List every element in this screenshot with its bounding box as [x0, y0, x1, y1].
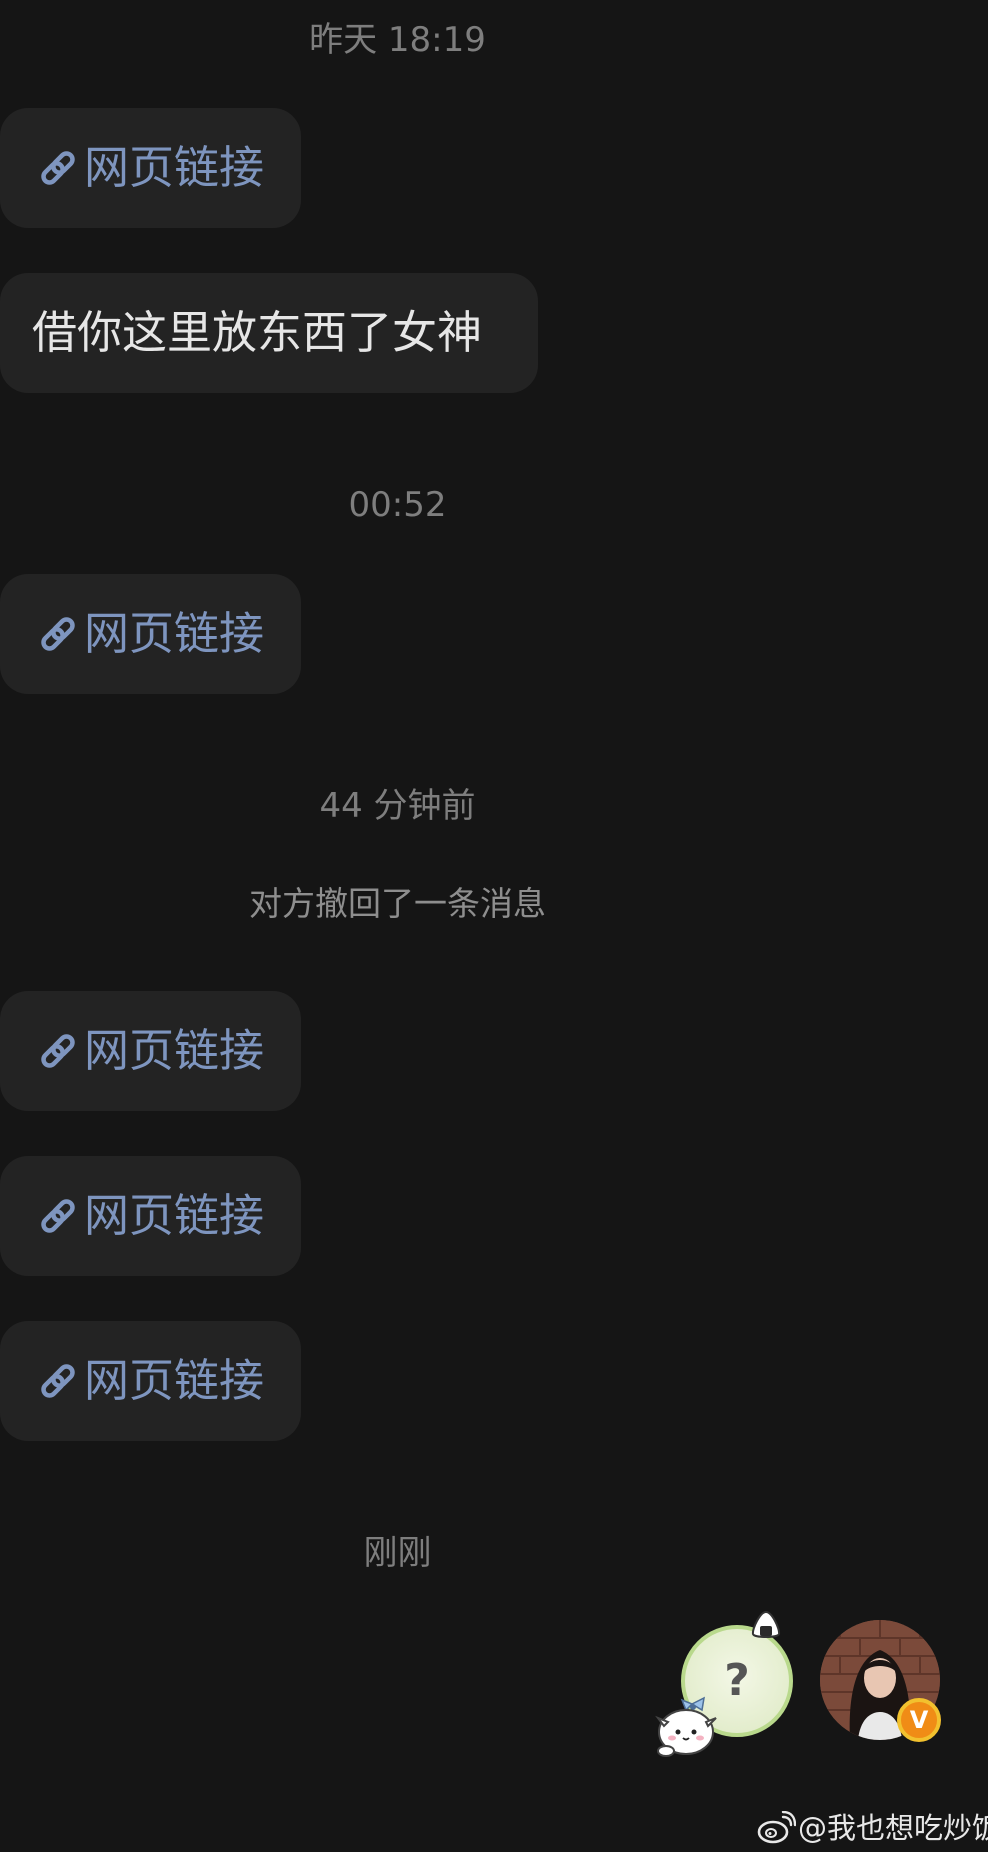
link-message-bubble[interactable]: 网页链接: [0, 574, 301, 694]
link-message-bubble[interactable]: 网页链接: [0, 1321, 301, 1441]
timestamp-44-min-ago: 44 分钟前: [319, 786, 476, 826]
text-message-bubble[interactable]: 借你这里放东西了女神: [0, 273, 538, 393]
link-label: 网页链接: [84, 607, 265, 660]
link-icon: [41, 1034, 75, 1068]
watermark-handle: @我也想吃炒饭: [798, 1811, 988, 1845]
link-label: 网页链接: [84, 141, 265, 194]
timestamp-yesterday: 昨天 18:19: [309, 20, 486, 60]
link-icon: [41, 151, 75, 185]
timestamp-0052: 00:52: [348, 485, 447, 525]
message-text: 借你这里放东西了女神: [32, 306, 483, 359]
link-icon: [41, 617, 75, 651]
link-label: 网页链接: [84, 1024, 265, 1077]
weibo-watermark: @我也想吃炒饭: [756, 1808, 988, 1848]
link-label: 网页链接: [84, 1354, 265, 1407]
link-label: 网页链接: [84, 1189, 265, 1242]
link-icon: [41, 1199, 75, 1233]
weibo-logo-icon: [757, 1811, 796, 1844]
question-mark-icon: ?: [724, 1655, 750, 1706]
link-icon: [41, 1364, 75, 1398]
link-message-bubble[interactable]: 网页链接: [0, 1156, 301, 1276]
verified-badge-icon: V: [897, 1698, 941, 1742]
recalled-message-notice: 对方撤回了一条消息: [249, 884, 546, 923]
mascot-sticker-icon: [655, 1696, 717, 1757]
link-message-bubble[interactable]: 网页链接: [0, 108, 301, 228]
link-message-bubble[interactable]: 网页链接: [0, 991, 301, 1111]
timestamp-just-now: 刚刚: [363, 1533, 432, 1573]
onigiri-sticker-icon: [751, 1610, 781, 1638]
